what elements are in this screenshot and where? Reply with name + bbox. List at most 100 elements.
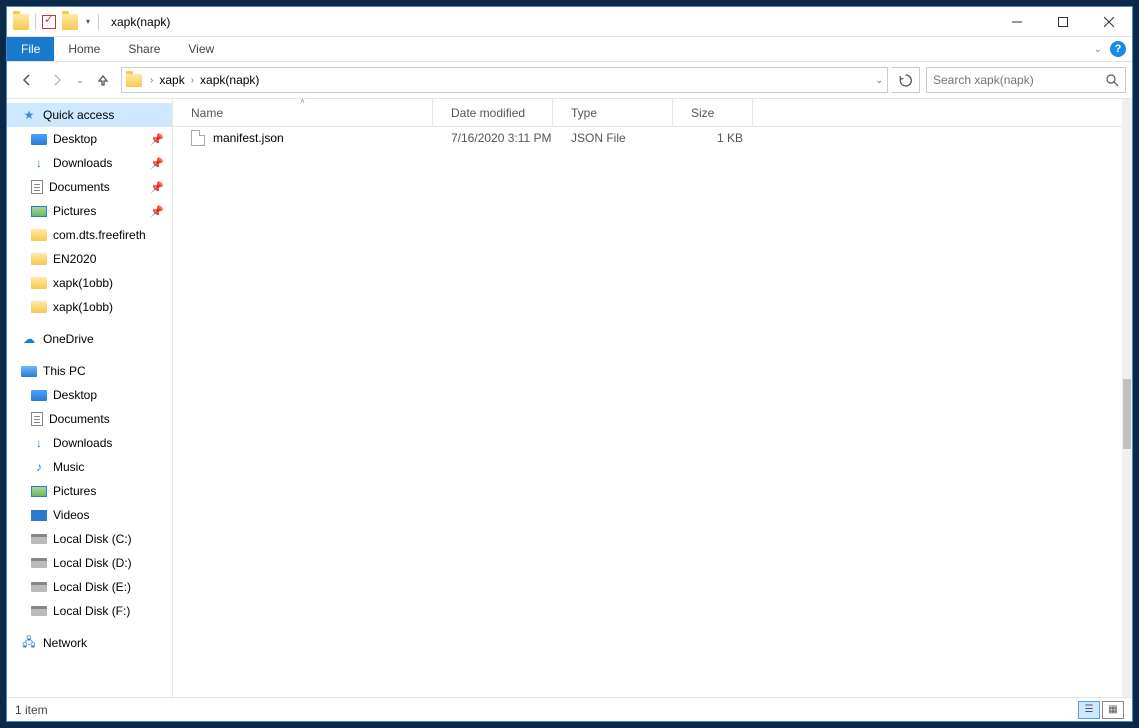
sidebar-item[interactable]: Local Disk (E:) (7, 575, 172, 599)
ribbon-tab-file[interactable]: File (7, 37, 54, 61)
sidebar-item[interactable]: Desktop (7, 383, 172, 407)
desktop-icon (31, 390, 47, 401)
ribbon-tab-share[interactable]: Share (114, 37, 174, 61)
sidebar-item[interactable]: Local Disk (D:) (7, 551, 172, 575)
view-details-button[interactable]: ☰ (1078, 701, 1100, 719)
search-box[interactable] (926, 67, 1126, 93)
up-button[interactable] (89, 66, 117, 94)
column-header-size[interactable]: Size (673, 99, 753, 126)
forward-button[interactable] (43, 66, 71, 94)
sidebar-label: Desktop (53, 388, 97, 402)
breadcrumb-sep-icon[interactable]: › (187, 75, 198, 86)
sidebar-label: Documents (49, 180, 110, 194)
sidebar-label: Downloads (53, 436, 112, 450)
network-icon: 🖧 (21, 635, 37, 651)
sidebar-label: EN2020 (53, 252, 96, 266)
sidebar-label: Videos (53, 508, 89, 522)
qat-separator (98, 14, 99, 30)
breadcrumb[interactable]: xapk (157, 73, 186, 87)
view-large-icons-button[interactable]: ▦ (1102, 701, 1124, 719)
column-label: Name (191, 106, 223, 120)
sidebar-item[interactable]: Local Disk (C:) (7, 527, 172, 551)
sidebar-item[interactable]: Documents 📌 (7, 175, 172, 199)
sidebar-label: Local Disk (E:) (53, 580, 131, 594)
document-icon (31, 180, 43, 194)
refresh-button[interactable] (892, 67, 920, 93)
recent-locations-icon[interactable]: ⌄ (73, 75, 87, 86)
sidebar-item[interactable]: ♪Music (7, 455, 172, 479)
scrollbar-thumb[interactable] (1123, 379, 1131, 449)
sidebar-item[interactable]: com.dts.freefireth (7, 223, 172, 247)
qat-customize-icon[interactable]: ▾ (84, 14, 92, 30)
pin-icon: 📌 (150, 205, 164, 218)
sidebar-item[interactable]: xapk(1obb) (7, 271, 172, 295)
folder-icon (31, 253, 47, 265)
sidebar-item-quick-access[interactable]: ★ Quick access (7, 103, 172, 127)
pin-icon: 📌 (150, 133, 164, 146)
document-icon (31, 412, 43, 426)
sidebar-item-this-pc[interactable]: This PC (7, 359, 172, 383)
breadcrumb-sep-icon[interactable]: › (146, 75, 157, 86)
minimize-button[interactable] (994, 7, 1040, 36)
sidebar-label: Downloads (53, 156, 112, 170)
desktop-icon (31, 134, 47, 145)
qat-properties-icon[interactable] (42, 15, 56, 29)
disk-icon (31, 582, 47, 592)
file-row[interactable]: manifest.json7/16/2020 3:11 PMJSON File1… (173, 127, 1132, 149)
close-button[interactable] (1086, 7, 1132, 36)
column-label: Date modified (451, 106, 525, 120)
column-header-name[interactable]: Name ˄ (173, 99, 433, 126)
sidebar-item[interactable]: ↓Downloads📌 (7, 151, 172, 175)
sidebar-label: xapk(1obb) (53, 276, 113, 290)
address-bar[interactable]: › xapk › xapk(napk) ⌄ (121, 67, 888, 93)
sidebar-item[interactable]: ↓Downloads (7, 431, 172, 455)
disk-icon (31, 534, 47, 544)
sidebar-item[interactable]: Desktop📌 (7, 127, 172, 151)
back-button[interactable] (13, 66, 41, 94)
maximize-button[interactable] (1040, 7, 1086, 36)
main-area: ★ Quick access Desktop📌↓Downloads📌Docume… (7, 98, 1132, 697)
breadcrumb[interactable]: xapk(napk) (198, 73, 261, 87)
pictures-icon (31, 486, 47, 497)
qat-newfolder-icon[interactable] (62, 14, 78, 30)
column-label: Type (571, 106, 597, 120)
file-type: JSON File (553, 131, 673, 145)
sidebar-item[interactable]: xapk(1obb) (7, 295, 172, 319)
vertical-scrollbar[interactable] (1122, 99, 1132, 697)
search-input[interactable] (933, 73, 1106, 87)
sidebar-label: Local Disk (C:) (53, 532, 132, 546)
ribbon-expand-icon[interactable]: ⌄ (1094, 44, 1102, 55)
column-headers: Name ˄ Date modified Type Size (173, 99, 1132, 127)
file-size: 1 KB (673, 131, 753, 145)
sidebar-label: Local Disk (F:) (53, 604, 130, 618)
folder-icon (31, 301, 47, 313)
qat-separator (35, 14, 36, 30)
sidebar-item[interactable]: EN2020 (7, 247, 172, 271)
address-folder-icon (126, 74, 142, 87)
file-name: manifest.json (213, 131, 284, 145)
folder-icon (31, 277, 47, 289)
sidebar-item-network[interactable]: 🖧 Network (7, 631, 172, 655)
sidebar-item-onedrive[interactable]: ☁ OneDrive (7, 327, 172, 351)
column-header-date[interactable]: Date modified (433, 99, 553, 126)
sidebar-item[interactable]: Local Disk (F:) (7, 599, 172, 623)
column-header-type[interactable]: Type (553, 99, 673, 126)
sidebar-item[interactable]: Documents (7, 407, 172, 431)
ribbon-tab-view[interactable]: View (174, 37, 228, 61)
disk-icon (31, 558, 47, 568)
sidebar-item[interactable]: Videos (7, 503, 172, 527)
folder-icon (31, 229, 47, 241)
ribbon-tab-home[interactable]: Home (54, 37, 114, 61)
window-title: xapk(napk) (111, 15, 170, 29)
sidebar-item[interactable]: Pictures📌 (7, 199, 172, 223)
sidebar-label: Local Disk (D:) (53, 556, 132, 570)
sidebar-item[interactable]: Pictures (7, 479, 172, 503)
sidebar-label: OneDrive (43, 332, 94, 346)
help-icon[interactable]: ? (1110, 41, 1126, 57)
music-icon: ♪ (31, 459, 47, 475)
explorer-window: ▾ xapk(napk) File Home Share View ⌄ ? (6, 6, 1133, 722)
search-icon[interactable] (1106, 74, 1119, 87)
pin-icon: 📌 (150, 181, 164, 194)
address-history-icon[interactable]: ⌄ (875, 75, 883, 86)
sidebar-label: xapk(1obb) (53, 300, 113, 314)
